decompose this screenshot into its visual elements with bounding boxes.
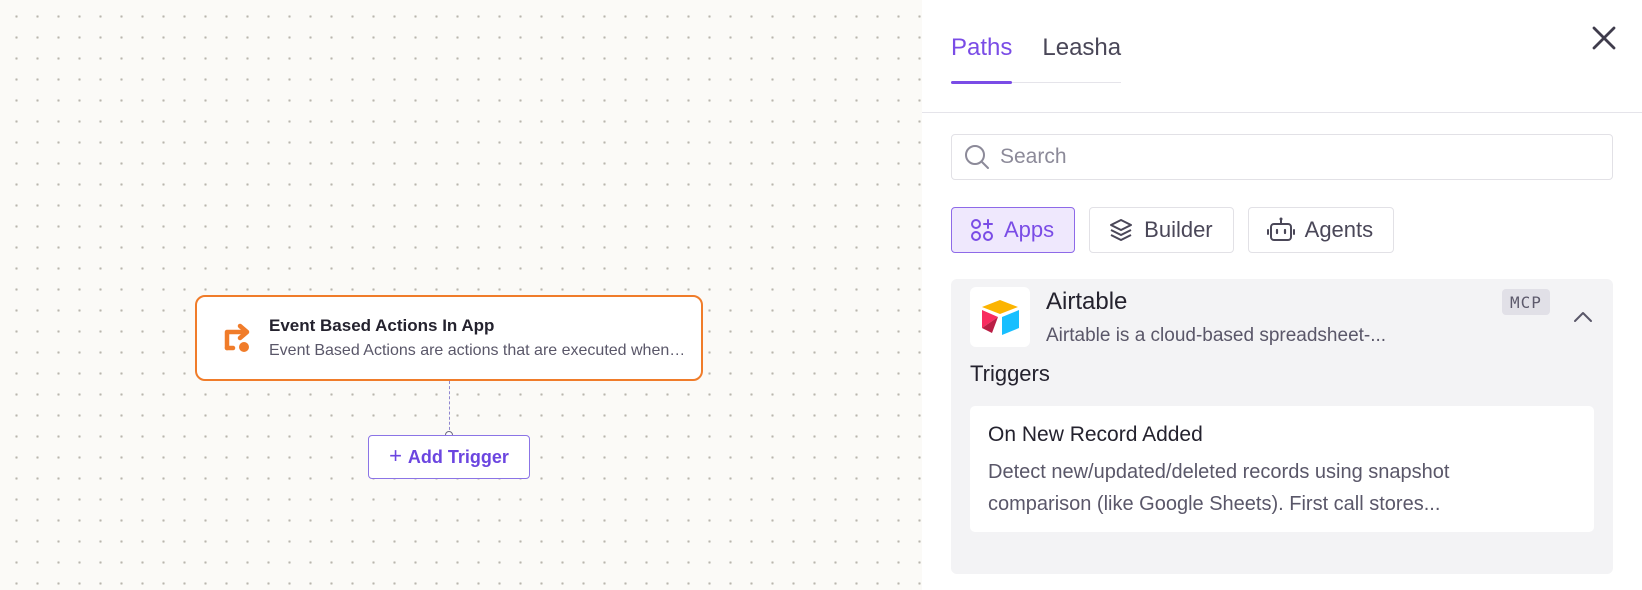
add-trigger-label: Add Trigger (407, 446, 509, 467)
apps-grid-plus-icon (971, 219, 993, 241)
triggers-section-title: Triggers (970, 361, 1050, 386)
mcp-badge: MCP (1502, 289, 1550, 315)
app-name: Airtable (1046, 288, 1128, 315)
app-description: Airtable is a cloud-based spreadsheet-..… (1046, 325, 1387, 346)
trigger-title: On New Record Added (988, 423, 1203, 446)
node-title: Event Based Actions In App (269, 316, 495, 335)
stacked-layers-icon (1110, 219, 1133, 241)
filter-apps-button[interactable]: Apps (951, 207, 1076, 253)
trigger-description-line-2: comparison (like Google Sheets). First c… (988, 493, 1441, 515)
filter-agents-label: Agents (1304, 217, 1374, 242)
search-box[interactable] (951, 134, 1613, 180)
search-icon (965, 145, 989, 169)
close-button[interactable] (1588, 22, 1620, 54)
event-based-actions-node[interactable]: Event Based Actions In App Event Based A… (195, 295, 703, 381)
trigger-description-line-1: Detect new/updated/deleted records using… (988, 461, 1450, 483)
chevron-up-icon (1574, 312, 1592, 322)
filter-apps-label: Apps (1004, 217, 1055, 242)
close-icon (1592, 26, 1616, 50)
app-card-airtable[interactable]: Airtable Airtable is a cloud-based sprea… (951, 279, 1613, 574)
panel-tabs: Paths Leasha (951, 0, 1122, 84)
add-trigger-button[interactable]: + Add Trigger (368, 435, 530, 479)
trigger-description: Detect new/updated/deleted records using… (988, 456, 1576, 520)
collapse-button[interactable] (1571, 307, 1595, 327)
tab-leasha[interactable]: Leasha (1042, 0, 1121, 83)
filter-builder-label: Builder (1144, 217, 1213, 242)
tab-paths[interactable]: Paths (951, 0, 1013, 84)
search-input[interactable] (1000, 145, 1590, 169)
airtable-logo-icon (970, 287, 1030, 347)
plus-icon: + (389, 443, 402, 468)
filter-chips: Apps Builder Agents (951, 207, 1395, 253)
trigger-item[interactable]: On New Record Added Detect new/updated/d… (970, 406, 1594, 532)
filter-builder-button[interactable]: Builder (1089, 207, 1234, 253)
workflow-canvas[interactable]: Event Based Actions In App Event Based A… (0, 0, 922, 590)
event-redirect-icon (215, 316, 259, 360)
filter-agents-button[interactable]: Agents (1247, 207, 1395, 253)
robot-icon (1266, 217, 1295, 241)
node-description: Event Based Actions are actions that are… (269, 342, 683, 359)
node-connector-line (449, 381, 450, 435)
panel-divider (922, 112, 1642, 113)
side-panel: Paths Leasha Apps (922, 0, 1642, 590)
